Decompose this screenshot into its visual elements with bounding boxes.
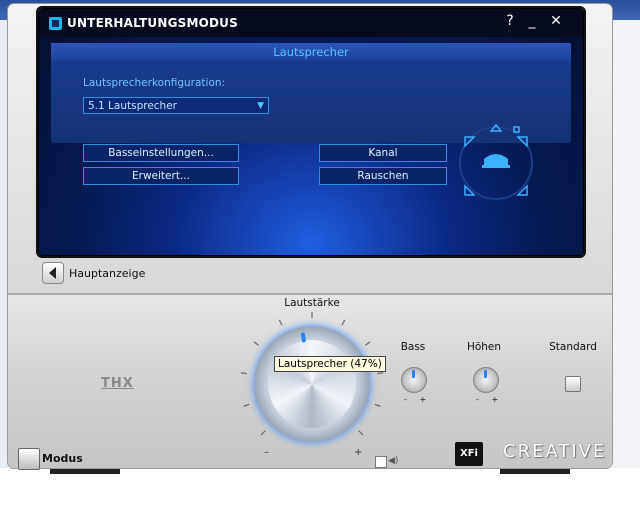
background-left-strip [0,20,8,490]
volume-tick [374,403,381,407]
thx-logo[interactable]: THX [101,376,134,391]
treble-label: Höhen [466,341,502,353]
default-label: Standard [549,341,597,353]
volume-knob[interactable] [254,326,370,442]
background-bottom [0,468,640,512]
advanced-button[interactable]: Erweitert... [83,167,239,185]
close-button[interactable]: ✕ [547,13,565,29]
channel-button[interactable]: Kanal [319,144,447,162]
treble-indicator [484,370,487,378]
bass-settings-button[interactable]: Basseinstellungen... [83,144,239,162]
speaker-config-label: Lautsprecherkonfiguration: [83,77,226,89]
speaker-icon: ◀) [388,456,399,466]
help-button[interactable]: ? [501,13,519,29]
volume-tick [260,430,266,436]
minimize-button[interactable]: _ [523,13,541,29]
speaker-config-value: 5.1 Lautsprecher [88,100,177,112]
main-display-label[interactable]: Hauptanzeige [69,267,145,280]
bass-label: Bass [400,341,426,353]
volume-min-mark: – [264,447,269,458]
volume-tick [243,403,250,407]
title-bar[interactable]: UNTERHALTUNGSMODUS ? _ ✕ [39,9,583,37]
volume-tick [365,341,371,346]
app-icon [49,17,62,30]
volume-tick [358,430,364,436]
creative-logo: CREATIVE [503,441,607,462]
panel-title: Lautsprecher [51,43,571,61]
volume-max-mark: + [354,447,362,458]
volume-label: Lautstärke [284,297,340,309]
volume-tick [341,319,346,326]
speaker-layout-icon[interactable] [457,121,535,205]
display-screen: UNTERHALTUNGSMODUS ? _ ✕ Lautsprecher La… [38,8,584,256]
chevron-down-icon: ▼ [257,101,264,111]
background-bar [500,468,570,474]
treble-knob[interactable] [473,367,499,393]
mute-checkbox[interactable] [375,456,387,468]
back-arrow-button[interactable] [42,262,64,284]
bass-knob[interactable] [401,367,427,393]
default-button[interactable] [565,376,581,392]
volume-tick [240,372,247,375]
mode-button[interactable] [18,448,40,470]
volume-tooltip: Lautsprecher (47%) [274,356,386,372]
volume-knob-cap [268,340,356,428]
volume-tick [278,319,283,326]
volume-tick [253,341,259,346]
noise-button[interactable]: Rauschen [319,167,447,185]
volume-tick [377,372,384,375]
bass-indicator [412,370,415,378]
window-title: UNTERHALTUNGSMODUS [67,16,238,30]
background-right-strip [612,20,640,490]
entertainment-mode-window: UNTERHALTUNGSMODUS ? _ ✕ Lautsprecher La… [8,4,612,470]
mode-label[interactable]: Modus [42,452,83,465]
bass-range-marks: - + [403,395,427,404]
xfi-logo: XFi [455,442,483,466]
background-bar [50,468,120,474]
treble-range-marks: - + [475,395,499,404]
speaker-config-select[interactable]: 5.1 Lautsprecher ▼ [83,97,269,114]
volume-indicator [300,332,307,343]
